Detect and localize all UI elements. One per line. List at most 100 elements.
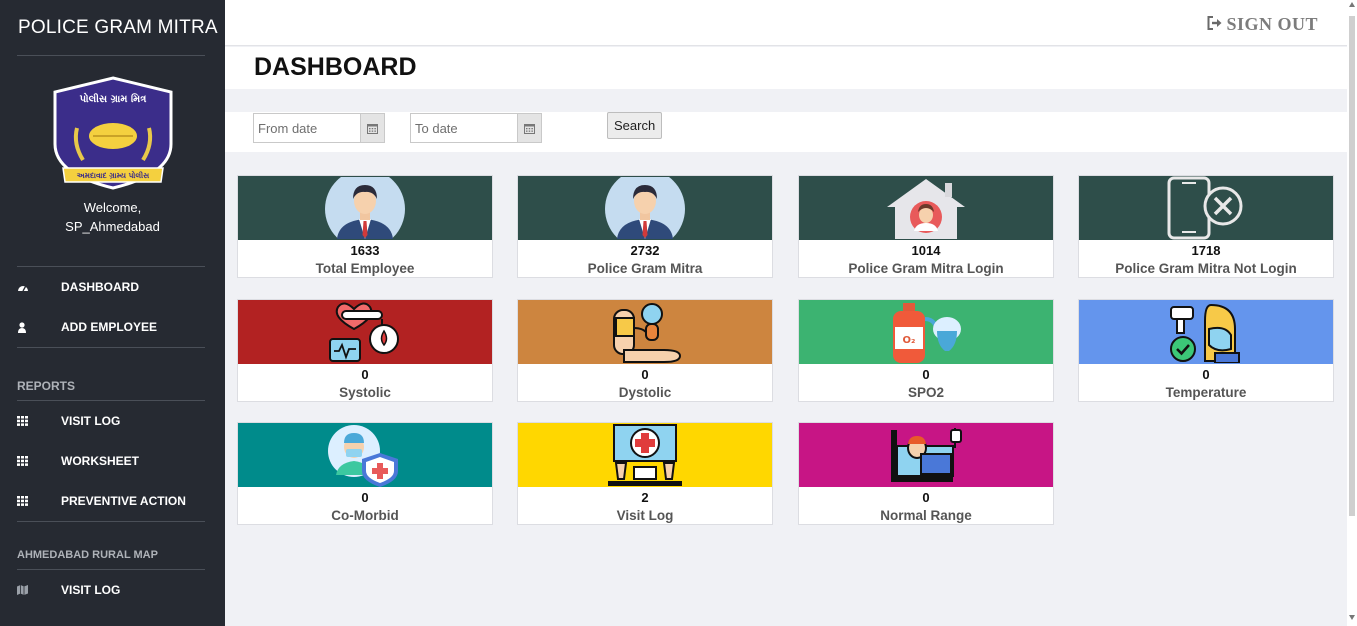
welcome-text: Welcome, [83,200,142,215]
card-label: SPO2 [907,385,945,400]
map-section-title: AHMEDABAD RURAL MAP [17,549,158,561]
employee-avatar-icon [605,177,685,239]
card-band [518,176,772,240]
card-band [799,176,1053,240]
from-date-input[interactable] [254,114,360,142]
thermometer-gun-icon [1170,303,1240,363]
card-police-gram-mitra-login[interactable]: 1014 Police Gram Mitra Login [798,175,1054,278]
nav-preventive-action[interactable]: PREVENTIVE ACTION [0,481,225,521]
to-date-field [410,113,542,143]
scroll-thumb[interactable] [1349,16,1355,516]
from-date-field [253,113,385,143]
brand-title: POLICE GRAM MITRA [18,16,218,38]
doctor-shield-icon [328,425,398,487]
card-band [1079,176,1333,240]
reports-section-title: REPORTS [17,379,76,393]
card-count: 0 [1202,367,1210,382]
dashboard-icon [17,282,61,292]
sign-out-icon [1207,14,1223,35]
nav-preventive-action-label: PREVENTIVE ACTION [61,494,186,508]
card-label: Systolic [339,385,391,400]
grid-icon [17,496,61,506]
card-count: 0 [922,490,930,505]
card-co-morbid[interactable]: 0 Co-Morbid [237,422,493,525]
sidebar: POLICE GRAM MITRA પોલીસ ગ્રામ મિત્ર અમદા… [0,0,225,626]
card-count: 1718 [1191,243,1221,258]
nav-visit-log[interactable]: VISIT LOG [0,401,225,441]
nav-add-employee[interactable]: ADD EMPLOYEE [0,307,225,347]
card-label: Co-Morbid [331,508,399,523]
card-total-employee[interactable]: 1633 Total Employee [237,175,493,278]
scroll-down-arrow-icon[interactable] [1349,615,1355,620]
nav-map-visit-log[interactable]: VISIT LOG [0,570,225,610]
scroll-up-arrow-icon[interactable] [1349,2,1355,7]
card-label: Normal Range [880,508,972,523]
card-normal-range[interactable]: 0 Normal Range [798,422,1054,525]
card-count: 0 [641,367,649,382]
blood-pressure-monitor-icon [329,302,399,362]
page-title: DASHBOARD [254,53,417,81]
card-dystolic[interactable]: 0 Dystolic [517,299,773,402]
username: SP_Ahmedabad [65,219,160,234]
nav-map-visit-log-label: VISIT LOG [61,583,121,597]
card-label: Temperature [1165,385,1247,400]
card-temperature[interactable]: 0 Temperature [1078,299,1334,402]
top-bar: SIGN OUT [225,0,1347,46]
card-police-gram-mitra-not-login[interactable]: 1718 Police Gram Mitra Not Login [1078,175,1334,278]
logo-ribbon-text: અમદાવાદ ગ્રામ્ય પોલીસ [76,169,149,180]
card-band [238,300,492,364]
card-label: Police Gram Mitra Not Login [1115,261,1297,276]
nav-dashboard-label: DASHBOARD [61,280,139,294]
card-count: 0 [922,367,930,382]
user-icon [17,321,61,333]
blood-pressure-arm-icon [613,303,682,363]
nav-worksheet[interactable]: WORKSHEET [0,441,225,481]
logo-top-text: પોલીસ ગ્રામ મિત્ર [79,91,146,105]
card-systolic[interactable]: 0 Systolic [237,299,493,402]
card-count: 1014 [911,243,941,258]
police-logo: પોલીસ ગ્રામ મિત્ર અમદાવાદ ગ્રામ્ય પોલીસ [0,74,225,192]
divider [17,55,205,56]
divider [17,347,205,348]
card-count: 1633 [350,243,380,258]
card-count: 2732 [630,243,660,258]
nav-dashboard[interactable]: DASHBOARD [0,267,225,307]
grid-icon [17,456,61,466]
card-band [518,423,772,487]
card-count: 0 [361,490,369,505]
card-police-gram-mitra[interactable]: 2732 Police Gram Mitra [517,175,773,278]
card-label: Police Gram Mitra Login [848,261,1004,276]
card-band [238,423,492,487]
filter-bar: Search [225,112,1347,152]
card-count: 2 [641,490,649,505]
vertical-scrollbar[interactable] [1347,0,1357,626]
medical-station-icon [608,424,682,486]
police-badge-icon: પોલીસ ગ્રામ મિત્ર અમદાવાદ ગ્રામ્ય પોલીસ [53,76,172,190]
oxygen-cylinder-icon: O₂ [893,303,961,363]
card-band [799,423,1053,487]
employee-avatar-icon [325,177,405,239]
card-label: Visit Log [616,508,674,523]
card-band [238,176,492,240]
card-count: 0 [361,367,369,382]
calendar-icon[interactable] [360,114,384,142]
grid-icon [17,416,61,426]
to-date-input[interactable] [411,114,517,142]
hospital-bed-icon [891,428,962,482]
nav-visit-log-label: VISIT LOG [61,414,121,428]
home-user-icon [887,179,965,239]
card-band: O₂ [799,300,1053,364]
nav-worksheet-label: WORKSHEET [61,454,139,468]
phone-cancel-icon [1167,176,1243,240]
divider [17,521,205,522]
card-band [518,300,772,364]
map-icon [17,585,61,595]
card-visit-log[interactable]: 2 Visit Log [517,422,773,525]
card-spo2[interactable]: O₂ 0 SPO2 [798,299,1054,402]
card-band [1079,300,1333,364]
calendar-icon[interactable] [517,114,541,142]
svg-text:O₂: O₂ [903,335,916,346]
search-button[interactable]: Search [607,112,663,139]
sign-out-button[interactable]: SIGN OUT [1207,14,1318,35]
sign-out-label: SIGN OUT [1226,14,1318,34]
